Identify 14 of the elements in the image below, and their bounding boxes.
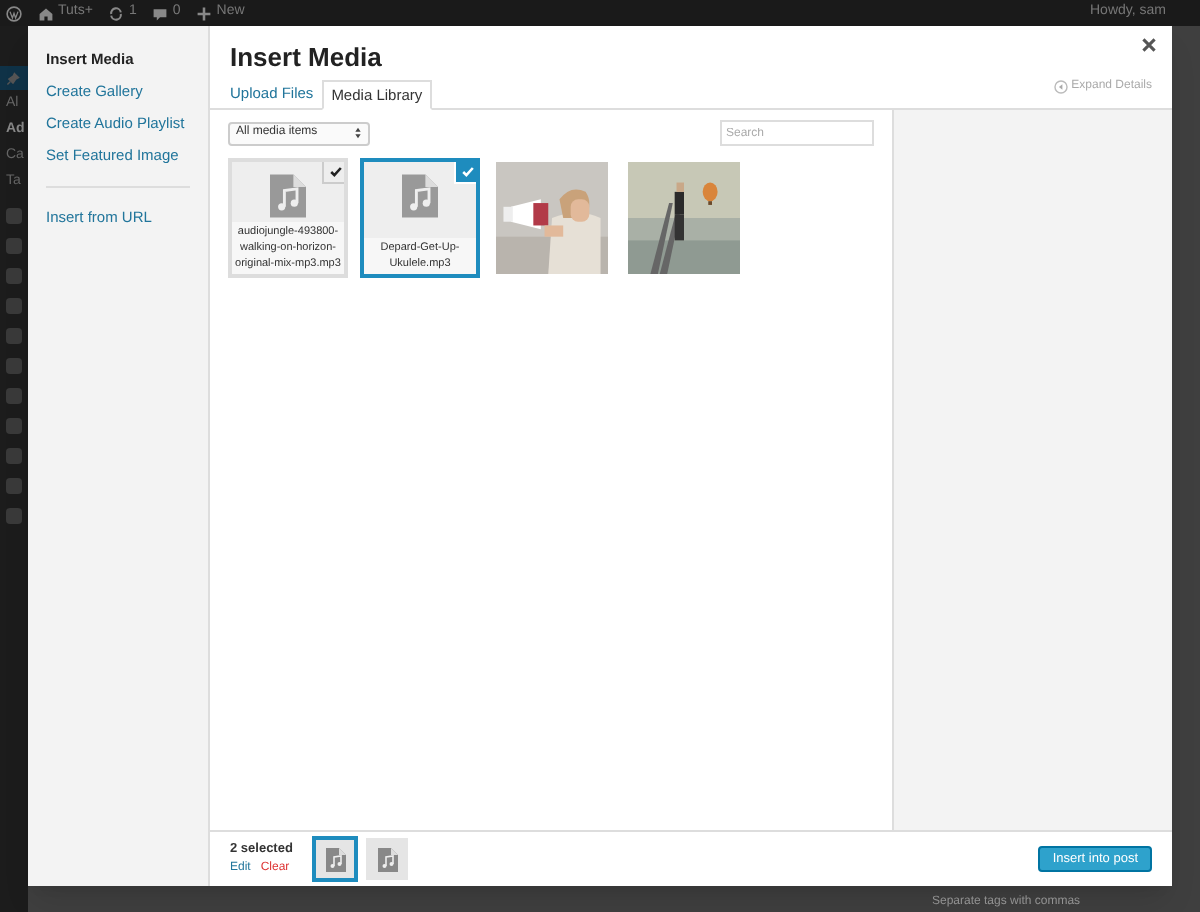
checkmark-icon[interactable] [322, 162, 344, 184]
modal-title: Insert Media [228, 40, 382, 76]
expand-icon[interactable] [1053, 80, 1068, 94]
refresh-icon[interactable] [108, 5, 125, 21]
close-icon[interactable] [1142, 38, 1156, 52]
selected-thumbnail[interactable] [314, 838, 356, 880]
plus-icon[interactable] [196, 5, 213, 21]
pin-icon[interactable] [0, 66, 28, 90]
speech-bubble-icon[interactable] [152, 5, 169, 21]
logo-icon[interactable] [6, 5, 22, 21]
audio-file-icon [270, 174, 306, 218]
home-icon[interactable] [38, 5, 54, 21]
updown-arrows-icon[interactable] [354, 126, 362, 140]
audio-file-icon [402, 174, 438, 218]
